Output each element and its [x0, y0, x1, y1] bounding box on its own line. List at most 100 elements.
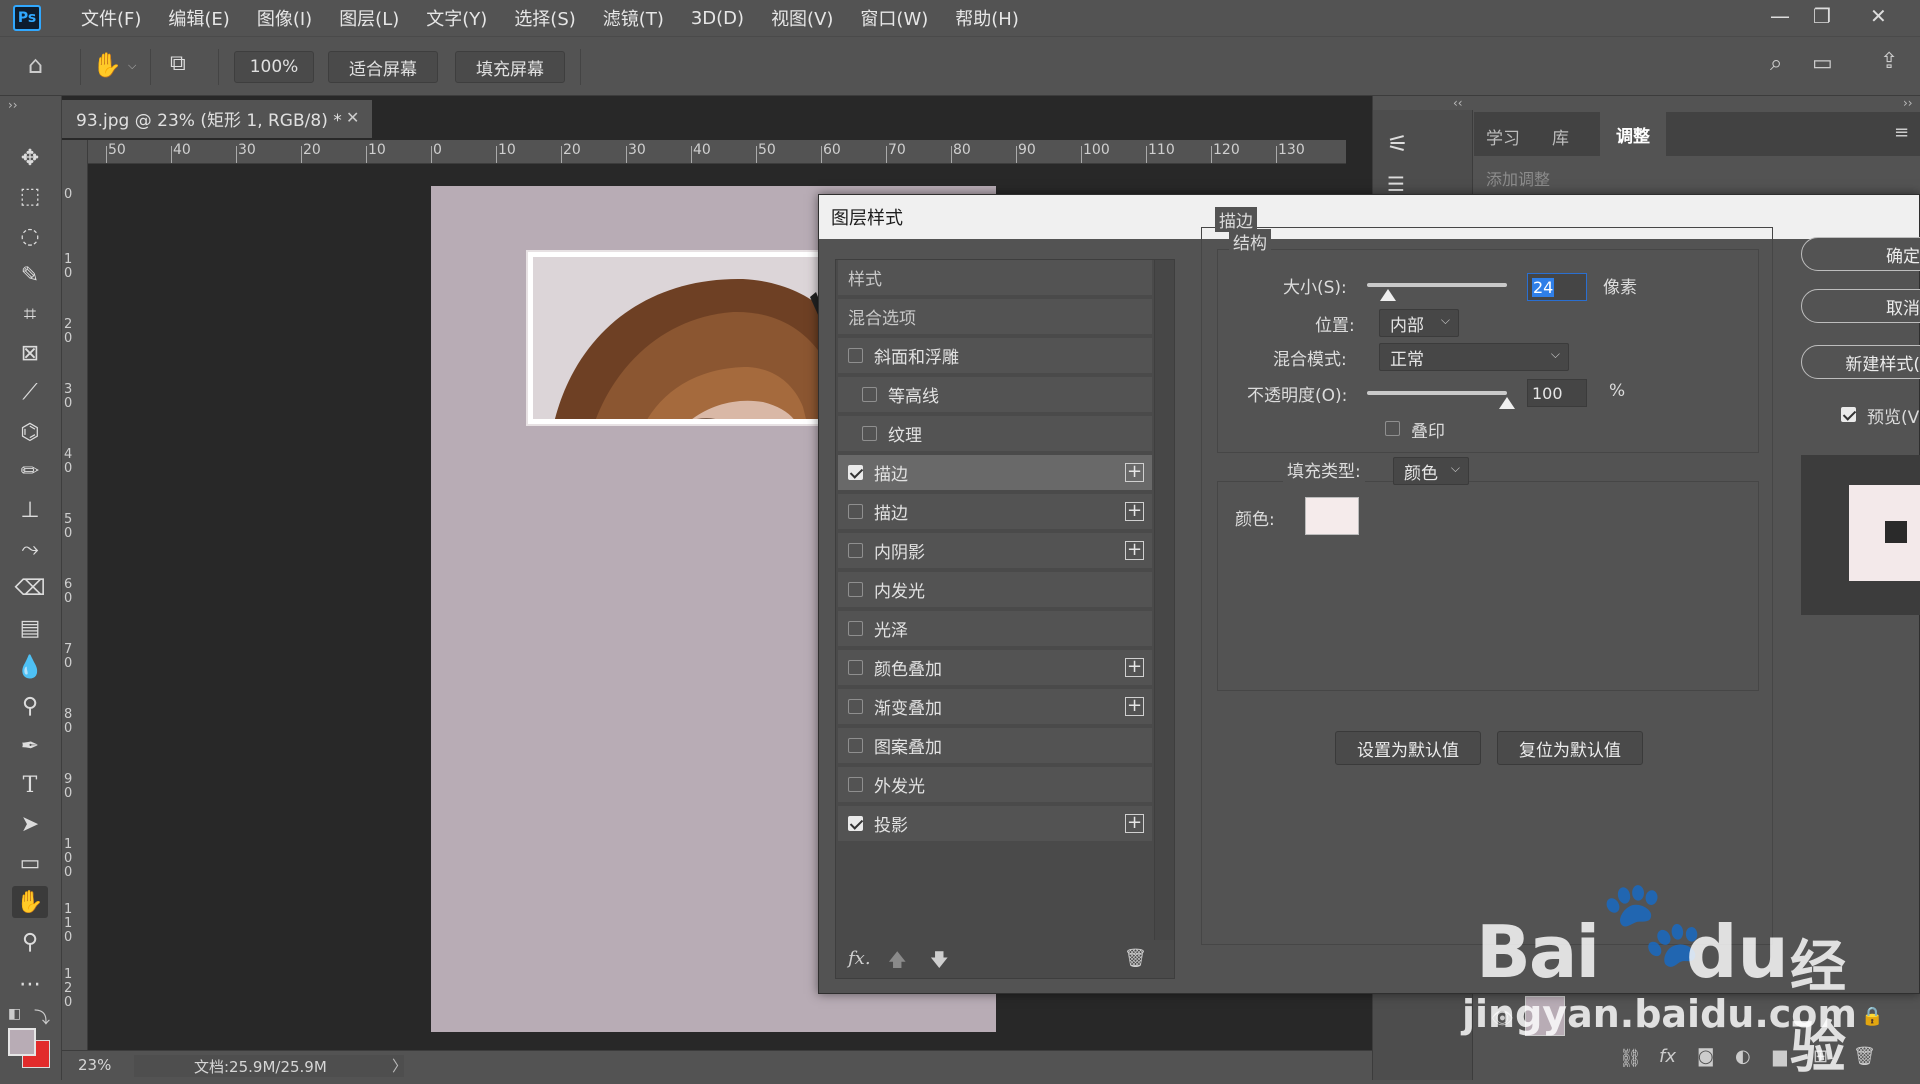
gradient-tool-icon[interactable]: ▤ — [12, 612, 48, 644]
properties-icon[interactable]: ☰ — [1387, 172, 1405, 196]
frame-tool-icon[interactable]: ⊠ — [12, 337, 48, 369]
layer-fx-icon[interactable]: fx — [1659, 1046, 1676, 1067]
search-icon[interactable]: ⌕ — [1770, 51, 1782, 76]
menu-edit[interactable]: 编辑(E) — [168, 5, 229, 31]
effect-checkbox[interactable] — [848, 777, 863, 792]
effect-item[interactable]: 颜色叠加 + — [838, 650, 1152, 687]
menu-file[interactable]: 文件(F) — [81, 5, 141, 31]
rectangle-tool-icon[interactable]: ▭ — [12, 847, 48, 879]
panel-menu-icon[interactable]: ≡ — [1894, 122, 1909, 143]
crop-tool-icon[interactable]: ⌗ — [12, 298, 48, 330]
panel-collapse-right-icon[interactable]: ›› — [1903, 96, 1913, 110]
position-dropdown[interactable]: 内部 ⌵ — [1379, 309, 1459, 337]
tab-adjustments[interactable]: 调整 — [1600, 112, 1666, 156]
effect-item[interactable]: 内阴影 + — [838, 533, 1152, 570]
tab-learn[interactable]: 学习 — [1486, 124, 1520, 149]
effect-checkbox[interactable] — [848, 660, 863, 675]
effect-item[interactable]: 图案叠加 — [838, 728, 1152, 765]
close-icon[interactable]: ✕ — [1870, 4, 1887, 28]
blend-options-item[interactable]: 混合选项 — [838, 299, 1152, 336]
zoom-100-button[interactable]: 100% — [234, 51, 314, 83]
stamp-tool-icon[interactable]: ⊥ — [12, 494, 48, 526]
tab-libraries[interactable]: 库 — [1552, 124, 1569, 149]
effect-item[interactable]: 描边 + — [838, 494, 1152, 531]
effect-checkbox[interactable] — [848, 621, 863, 636]
document-tab[interactable]: 93.jpg @ 23% (矩形 1, RGB/8) * ✕ — [62, 100, 372, 138]
reset-default-button[interactable]: 复位为默认值 — [1497, 731, 1643, 765]
fill-screen-button[interactable]: 填充屏幕 — [455, 51, 565, 83]
stroke-color-swatch[interactable] — [1305, 497, 1359, 535]
effect-checkbox[interactable] — [862, 426, 877, 441]
move-tool-icon[interactable]: ✥ — [12, 142, 48, 174]
preview-checkbox[interactable] — [1841, 407, 1856, 422]
opacity-input[interactable]: 100 — [1527, 379, 1587, 407]
overprint-checkbox[interactable] — [1385, 421, 1400, 436]
effect-item[interactable]: 等高线 — [838, 377, 1152, 414]
opacity-slider-thumb[interactable] — [1499, 397, 1515, 409]
effect-item[interactable]: 内发光 — [838, 572, 1152, 609]
effect-checkbox[interactable] — [848, 816, 863, 831]
chevron-down-icon[interactable]: ⌵ — [128, 59, 136, 73]
effect-item[interactable]: 描边 + — [838, 455, 1152, 492]
size-slider-thumb[interactable] — [1380, 289, 1396, 301]
eraser-tool-icon[interactable]: ⌫ — [12, 572, 48, 604]
menu-window[interactable]: 窗口(W) — [860, 5, 928, 31]
path-select-tool-icon[interactable]: ➤ — [12, 808, 48, 840]
close-tab-icon[interactable]: ✕ — [346, 108, 359, 127]
add-effect-icon[interactable]: + — [1125, 541, 1144, 560]
fit-screen-button[interactable]: 适合屏幕 — [328, 51, 438, 83]
effect-checkbox[interactable] — [848, 582, 863, 597]
swap-colors-icon[interactable]: ⤵ — [34, 1004, 50, 1028]
styles-header[interactable]: 样式 — [838, 260, 1152, 297]
styles-scrollbar[interactable] — [1154, 260, 1174, 940]
size-slider-track[interactable] — [1367, 283, 1507, 287]
delete-layer-icon[interactable]: 🗑 — [1853, 1046, 1876, 1067]
lasso-tool-icon[interactable]: ◌ — [12, 220, 48, 252]
move-up-icon[interactable]: 🡅 — [888, 948, 907, 978]
effect-item[interactable]: 投影 + — [838, 806, 1152, 843]
add-effect-icon[interactable]: + — [1125, 697, 1144, 716]
type-tool-icon[interactable]: T — [12, 769, 48, 801]
link-layers-icon[interactable]: ⛓ — [1619, 1048, 1642, 1069]
effect-item[interactable]: 纹理 — [838, 416, 1152, 453]
hand-tool-icon[interactable]: ✋ — [92, 51, 122, 79]
effect-checkbox[interactable] — [848, 348, 863, 363]
default-colors-icon[interactable]: ◧ — [8, 1006, 21, 1022]
trash-icon[interactable]: 🗑 — [1124, 948, 1147, 969]
effect-item[interactable]: 渐变叠加 + — [838, 689, 1152, 726]
ok-button[interactable]: 确定 — [1801, 237, 1920, 271]
lock-icon[interactable]: 🔒 — [1861, 1006, 1883, 1027]
adjustment-layer-icon[interactable]: ◐ — [1735, 1046, 1751, 1067]
menu-filter[interactable]: 滤镜(T) — [603, 5, 664, 31]
menu-select[interactable]: 选择(S) — [514, 5, 575, 31]
opacity-slider-track[interactable] — [1367, 391, 1507, 395]
add-mask-icon[interactable]: ◙ — [1697, 1046, 1714, 1067]
quick-select-tool-icon[interactable]: ✎ — [12, 259, 48, 291]
set-default-button[interactable]: 设置为默认值 — [1335, 731, 1481, 765]
hand-tool-icon[interactable]: ✋ — [12, 886, 48, 918]
fx-icon[interactable]: fx. — [848, 948, 871, 969]
cancel-button[interactable]: 取消 — [1801, 289, 1920, 323]
effect-checkbox[interactable] — [848, 738, 863, 753]
fill-type-dropdown[interactable]: 颜色 ⌵ — [1393, 457, 1469, 485]
status-chevron-icon[interactable]: 〉 — [392, 1055, 407, 1076]
effect-checkbox[interactable] — [862, 387, 877, 402]
patch-tool-icon[interactable]: ⌬ — [12, 416, 48, 448]
foreground-color-swatch[interactable] — [8, 1028, 36, 1056]
zoom-readout[interactable]: 23% — [78, 1056, 111, 1074]
effect-checkbox[interactable] — [848, 543, 863, 558]
menu-layer[interactable]: 图层(L) — [339, 5, 399, 31]
brush-tool-icon[interactable]: ✏ — [12, 455, 48, 487]
marquee-tool-icon[interactable]: ⬚ — [12, 180, 48, 212]
size-input[interactable]: 24 — [1527, 273, 1587, 301]
effect-item[interactable]: 斜面和浮雕 — [838, 338, 1152, 375]
restore-icon[interactable]: ❐ — [1813, 4, 1831, 28]
pen-tool-icon[interactable]: ✒ — [12, 730, 48, 762]
minimize-icon[interactable]: — — [1770, 4, 1790, 28]
history-brush-tool-icon[interactable]: ⤳ — [12, 533, 48, 565]
brush-settings-icon[interactable]: ⚟ — [1387, 130, 1409, 158]
dodge-tool-icon[interactable]: ⚲ — [12, 690, 48, 722]
effect-checkbox[interactable] — [848, 699, 863, 714]
menu-3d[interactable]: 3D(D) — [691, 8, 744, 29]
add-effect-icon[interactable]: + — [1125, 658, 1144, 677]
